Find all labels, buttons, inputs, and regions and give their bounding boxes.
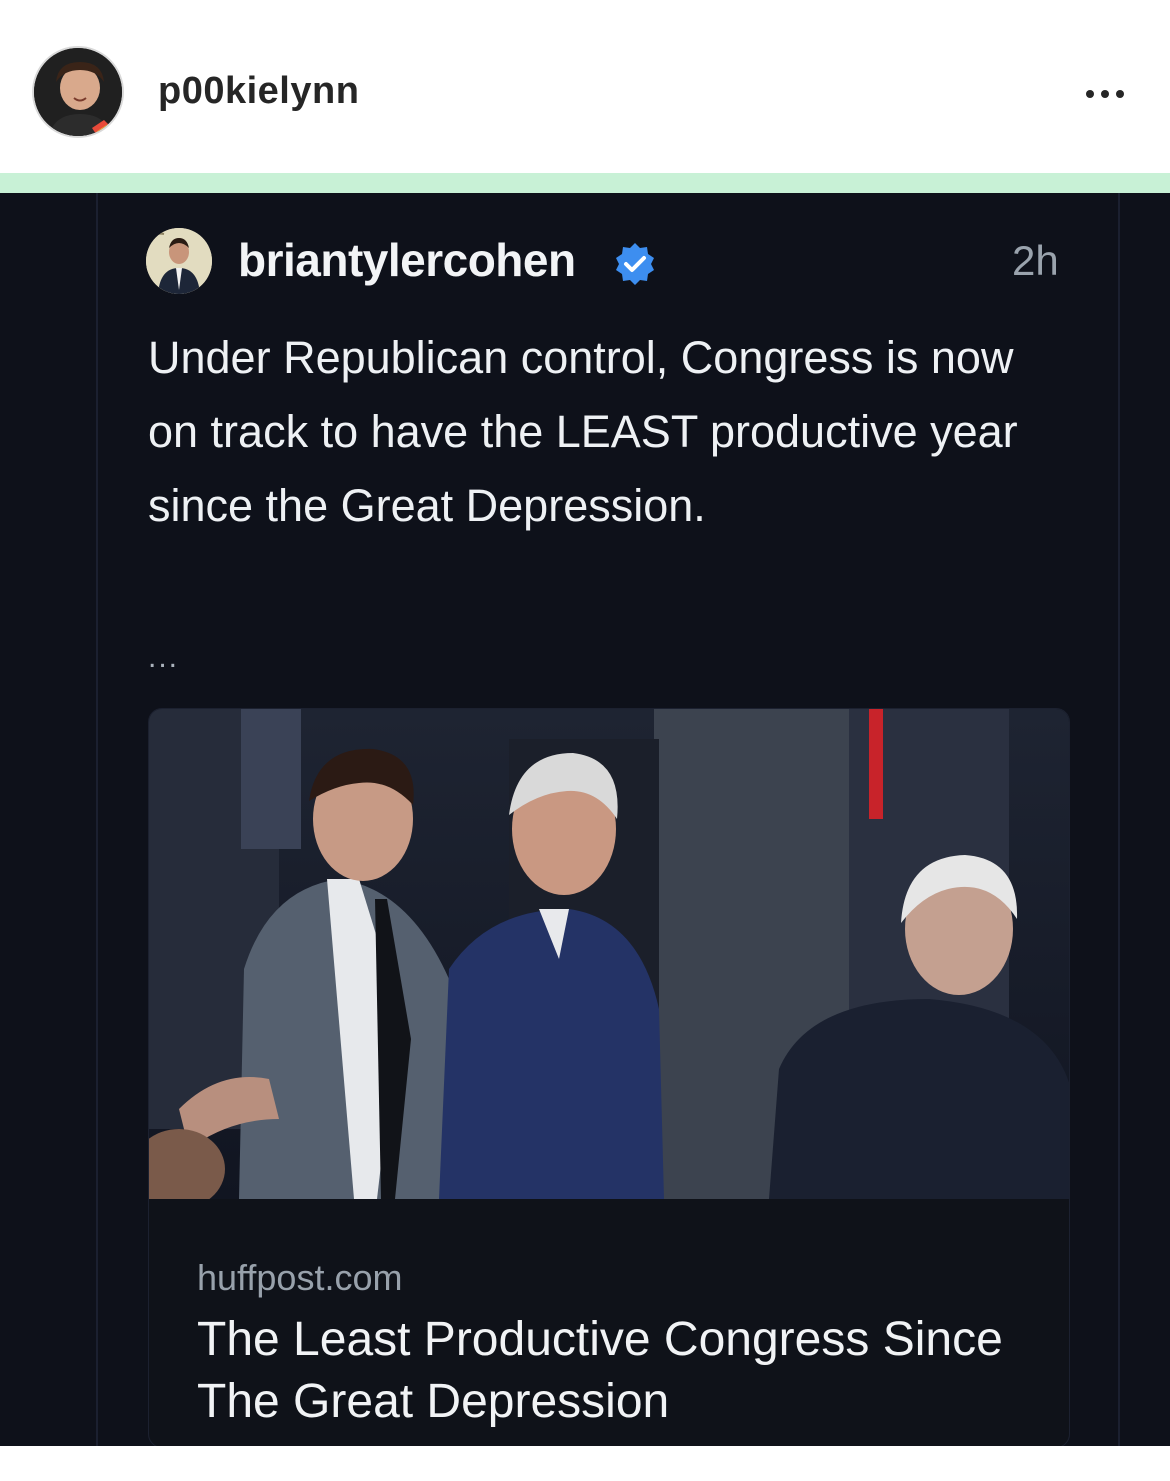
author-avatar (146, 228, 212, 294)
user-avatar[interactable] (32, 46, 124, 138)
link-domain: huffpost.com (197, 1257, 403, 1298)
username[interactable]: p00kielynn (158, 70, 359, 113)
link-preview-card: huffpost.com The Least Productive Congre… (148, 708, 1070, 1446)
divider (1118, 193, 1120, 1446)
image-top-border (0, 173, 1170, 193)
post-header: p00kielynn (0, 0, 1170, 175)
verified-badge-icon (612, 241, 658, 287)
post-image: briantylercohen 2h Under Republican cont… (0, 193, 1170, 1446)
post-ellipsis: ... (148, 641, 180, 674)
article-photo (149, 709, 1069, 1199)
post-footer (0, 1446, 1170, 1481)
divider (96, 193, 98, 1446)
more-dot (1116, 90, 1124, 98)
more-dot (1101, 90, 1109, 98)
more-dot (1086, 90, 1094, 98)
more-horizontal-icon[interactable] (1075, 72, 1135, 116)
post-text: Under Republican control, Congress is no… (148, 332, 1018, 531)
link-title: The Least Productive Congress Since The … (197, 1313, 1003, 1428)
post-timestamp: 2h (1012, 237, 1059, 284)
author-handle: briantylercohen (238, 234, 576, 286)
